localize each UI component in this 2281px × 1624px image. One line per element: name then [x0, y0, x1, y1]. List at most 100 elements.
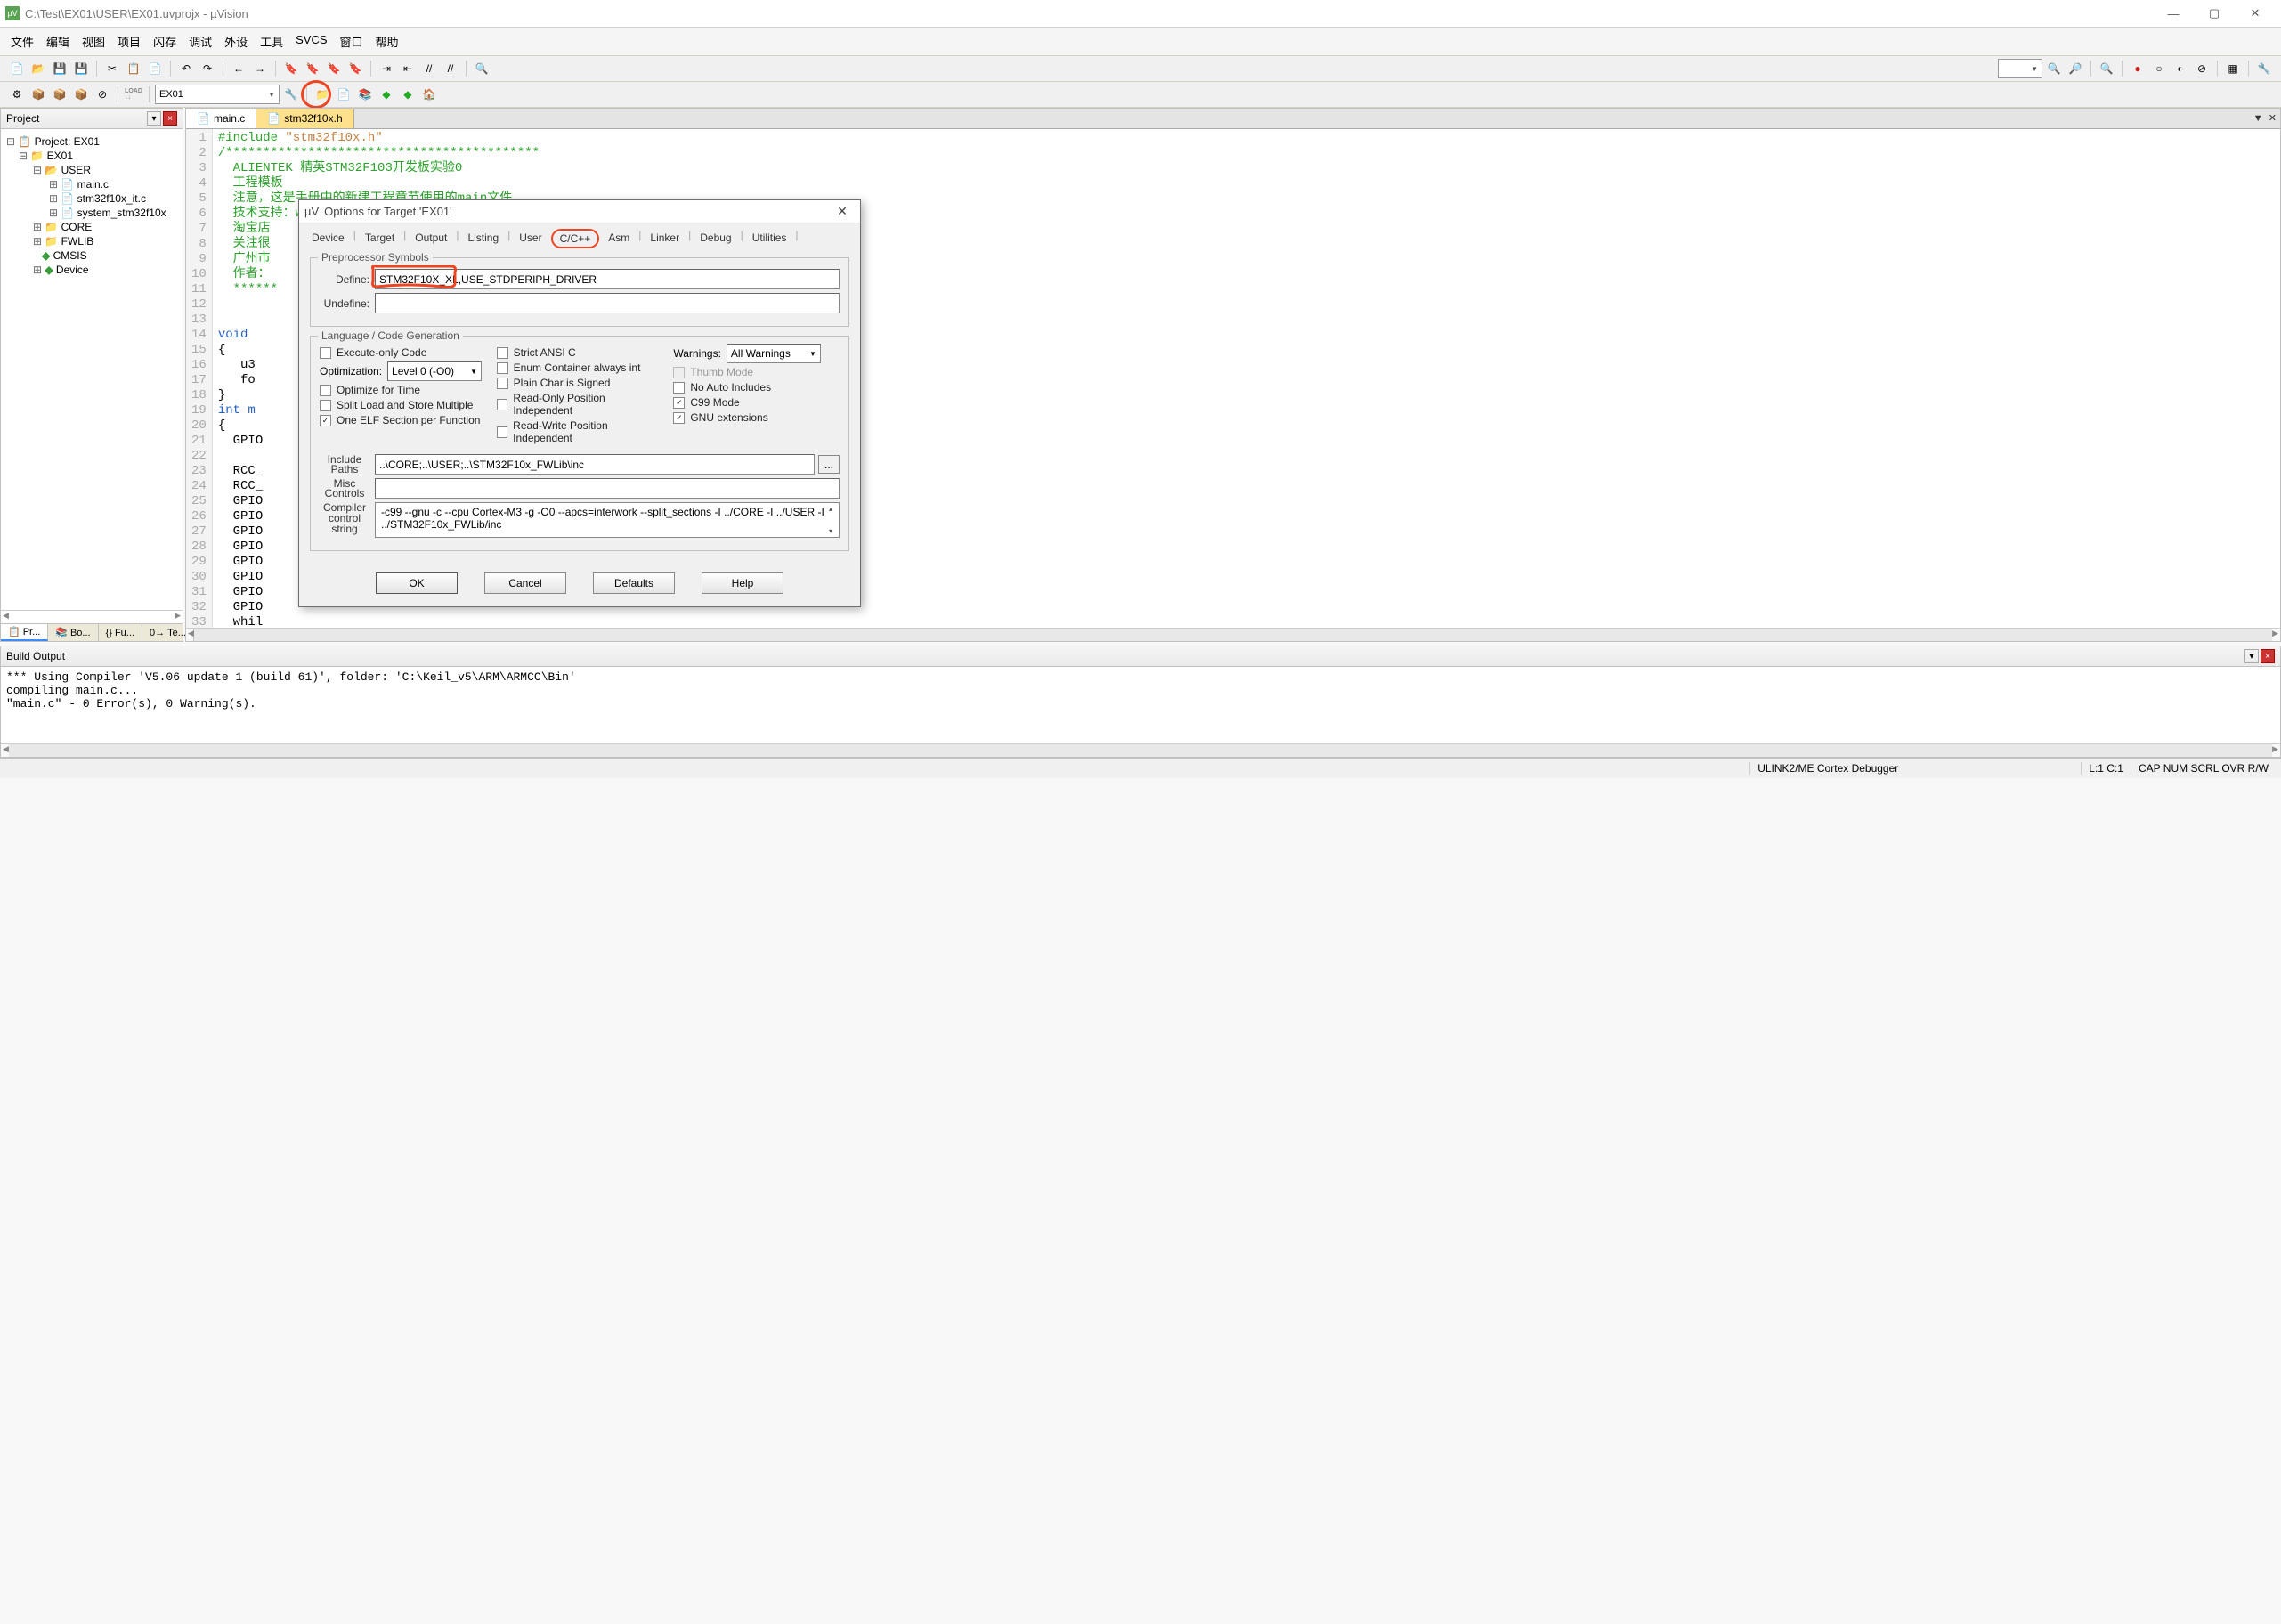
books-icon[interactable]: 📚 — [355, 85, 375, 104]
tab-utilities[interactable]: Utilities — [745, 229, 794, 248]
tree-file[interactable]: stm32f10x_it.c — [77, 192, 146, 205]
hscroll-right-icon[interactable]: ▶ — [175, 611, 181, 623]
bookmark-prev-icon[interactable]: 🔖 — [303, 59, 322, 78]
breakpoint-disable-icon[interactable]: ◐ — [2171, 59, 2190, 78]
hscroll-left-icon[interactable]: ◀ — [3, 611, 9, 623]
dialog-titlebar[interactable]: µV Options for Target 'EX01' ✕ — [299, 200, 860, 223]
target-options-icon[interactable]: 🔧 — [281, 85, 301, 104]
menu-help[interactable]: 帮助 — [376, 33, 399, 50]
target-selector[interactable]: EX01▼ — [155, 85, 280, 104]
save-all-icon[interactable]: 💾 — [71, 59, 91, 78]
tab-device[interactable]: Device — [304, 229, 352, 248]
menu-debug[interactable]: 调试 — [189, 33, 212, 50]
tree-file[interactable]: system_stm32f10x — [77, 207, 166, 219]
split-load-checkbox[interactable]: Split Load and Store Multiple — [320, 399, 486, 411]
gnu-extensions-checkbox[interactable]: GNU extensions — [673, 411, 840, 424]
tab-user[interactable]: User — [512, 229, 548, 248]
tree-target[interactable]: EX01 — [47, 150, 73, 162]
breakpoint-insert-icon[interactable]: ● — [2128, 59, 2147, 78]
build-output-close-icon[interactable]: × — [2261, 649, 2275, 663]
bo-hscroll-right-icon[interactable]: ▶ — [2272, 744, 2278, 757]
simulator-icon[interactable]: 🏠 — [419, 85, 439, 104]
include-paths-browse-button[interactable]: ... — [818, 455, 840, 474]
build-icon[interactable]: 📦 — [28, 85, 48, 104]
rte-icon[interactable]: ◆ — [398, 85, 418, 104]
execute-only-checkbox[interactable]: Execute-only Code — [320, 346, 486, 359]
build-output-body[interactable]: *** Using Compiler 'V5.06 update 1 (buil… — [1, 667, 2280, 743]
tab-linker[interactable]: Linker — [643, 229, 686, 248]
undo-icon[interactable]: ↶ — [176, 59, 196, 78]
breakpoint-kill-icon[interactable]: ⊘ — [2192, 59, 2212, 78]
optimization-select[interactable]: Level 0 (-O0)▼ — [387, 361, 482, 381]
save-icon[interactable]: 💾 — [50, 59, 69, 78]
build-output-pin-icon[interactable]: ▾ — [2244, 649, 2259, 663]
optimize-time-checkbox[interactable]: Optimize for Time — [320, 384, 486, 396]
strict-ansi-checkbox[interactable]: Strict ANSI C — [497, 346, 663, 359]
project-tree[interactable]: ⊟ 📋 Project: EX01 ⊟ 📁 EX01 ⊟ 📂 USER ⊞ 📄 … — [1, 129, 183, 610]
help-button[interactable]: Help — [702, 572, 783, 594]
read-write-pi-checkbox[interactable]: Read-Write Position Independent — [497, 419, 663, 444]
stop-build-icon[interactable]: ⊘ — [93, 85, 112, 104]
menu-peripherals[interactable]: 外设 — [224, 33, 248, 50]
bookmark-clear-icon[interactable]: 🔖 — [345, 59, 365, 78]
tab-listing[interactable]: Listing — [460, 229, 506, 248]
undefine-input[interactable] — [375, 293, 840, 313]
read-only-pi-checkbox[interactable]: Read-Only Position Independent — [497, 392, 663, 417]
enum-container-checkbox[interactable]: Enum Container always int — [497, 361, 663, 374]
menu-window[interactable]: 窗口 — [340, 33, 363, 50]
editor-hscroll-left-icon[interactable]: ◀ — [188, 629, 194, 641]
no-auto-includes-checkbox[interactable]: No Auto Includes — [673, 381, 840, 394]
redo-icon[interactable]: ↷ — [198, 59, 217, 78]
define-input[interactable]: STM32F10X_XL,USE_STDPERIPH_DRIVER — [375, 269, 840, 289]
editor-tab-main[interactable]: 📄 main.c — [186, 109, 256, 128]
panel-close-icon[interactable]: × — [163, 111, 177, 126]
misc-controls-input[interactable] — [375, 478, 840, 499]
manage-icon[interactable]: 📁 — [313, 85, 332, 104]
tab-asm[interactable]: Asm — [601, 229, 637, 248]
menu-project[interactable]: 项目 — [118, 33, 141, 50]
tab-close-icon[interactable]: ✕ — [2269, 113, 2277, 124]
maximize-button[interactable]: ▢ — [2194, 4, 2235, 23]
one-elf-checkbox[interactable]: One ELF Section per Function — [320, 414, 486, 426]
tree-group-user[interactable]: USER — [61, 164, 91, 176]
download-icon[interactable]: LOAD↓↓ — [124, 85, 143, 104]
new-file-icon[interactable]: 📄 — [7, 59, 27, 78]
configure-icon[interactable]: 🔧 — [2254, 59, 2274, 78]
tab-dropdown-icon[interactable]: ▼ — [2253, 113, 2263, 124]
nav-back-icon[interactable]: ← — [229, 59, 248, 78]
plain-char-checkbox[interactable]: Plain Char is Signed — [497, 377, 663, 389]
ok-button[interactable]: OK — [376, 572, 458, 594]
tree-group-core[interactable]: CORE — [61, 221, 93, 233]
tab-c-cpp[interactable]: C/C++ — [551, 229, 600, 248]
copy-icon[interactable]: 📋 — [124, 59, 143, 78]
find-in-files-icon[interactable]: 🔍 — [2044, 59, 2064, 78]
uncomment-icon[interactable]: // — [441, 59, 460, 78]
debug-start-icon[interactable]: 🔍 — [2097, 59, 2116, 78]
menu-tools[interactable]: 工具 — [260, 33, 283, 50]
file-ext-icon[interactable]: 📄 — [334, 85, 353, 104]
tree-device[interactable]: Device — [56, 264, 89, 276]
outdent-icon[interactable]: ⇤ — [398, 59, 418, 78]
bookmark-icon[interactable]: 🔖 — [281, 59, 301, 78]
scroll-up-icon[interactable]: ▴ — [824, 505, 837, 513]
tab-project[interactable]: 📋 Pr... — [1, 624, 48, 641]
editor-tab-stm32h[interactable]: 📄 stm32f10x.h — [256, 109, 353, 128]
incremental-find-icon[interactable]: 🔎 — [2066, 59, 2085, 78]
window-tile-icon[interactable]: ▦ — [2223, 59, 2243, 78]
find-combo[interactable]: ▼ — [1998, 59, 2042, 78]
cancel-button[interactable]: Cancel — [484, 572, 566, 594]
minimize-button[interactable]: — — [2153, 4, 2194, 23]
tab-debug[interactable]: Debug — [693, 229, 738, 248]
scroll-down-icon[interactable]: ▾ — [824, 527, 837, 535]
cut-icon[interactable]: ✂ — [102, 59, 122, 78]
indent-icon[interactable]: ⇥ — [377, 59, 396, 78]
open-file-icon[interactable]: 📂 — [28, 59, 48, 78]
menu-svcs[interactable]: SVCS — [296, 33, 327, 50]
menu-file[interactable]: 文件 — [11, 33, 34, 50]
translate-icon[interactable]: ⚙ — [7, 85, 27, 104]
tab-target[interactable]: Target — [358, 229, 402, 248]
rebuild-icon[interactable]: 📦 — [50, 85, 69, 104]
breakpoint-enable-icon[interactable]: ○ — [2149, 59, 2169, 78]
bookmark-next-icon[interactable]: 🔖 — [324, 59, 344, 78]
editor-hscroll-right-icon[interactable]: ▶ — [2272, 629, 2278, 641]
